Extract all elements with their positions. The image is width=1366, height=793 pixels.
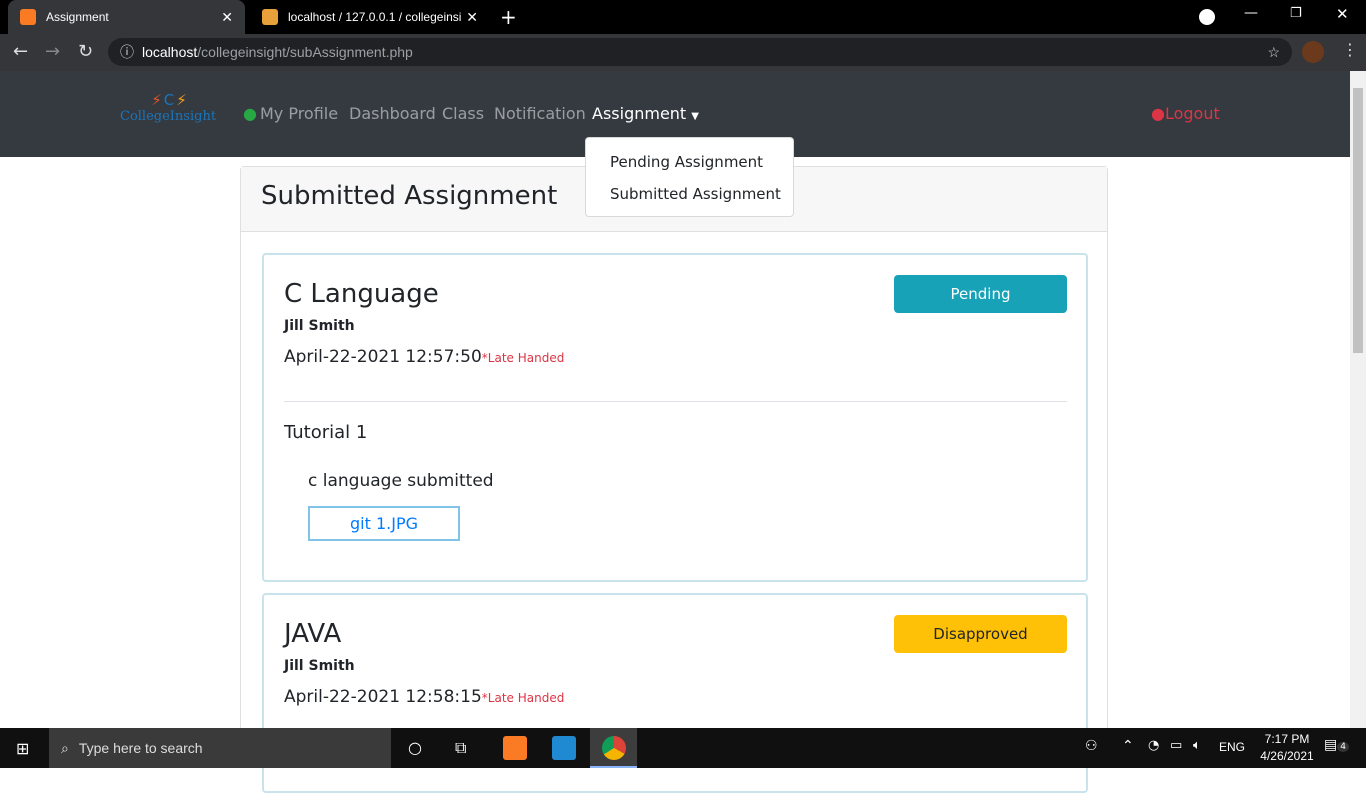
submission-datetime: April-22-2021 12:58:15*Late Handed bbox=[284, 687, 564, 707]
nav-label: Assignment bbox=[592, 104, 687, 123]
profile-avatar[interactable] bbox=[1302, 41, 1324, 63]
close-tab-icon[interactable]: ✕ bbox=[466, 9, 478, 26]
wifi-icon[interactable]: ◔ bbox=[1148, 738, 1159, 753]
restore-button[interactable]: ❐ bbox=[1290, 6, 1302, 21]
info-icon: ⓘ bbox=[120, 44, 134, 60]
nav-assignment-dropdown[interactable]: Assignment ▼ bbox=[592, 104, 699, 123]
dropdown-pending-assignment[interactable]: Pending Assignment bbox=[610, 153, 763, 171]
nav-class[interactable]: Class bbox=[442, 104, 484, 123]
subject-title: JAVA bbox=[284, 619, 342, 649]
time: 7:17 PM bbox=[1264, 732, 1310, 746]
vscode-taskbar-icon[interactable] bbox=[552, 736, 576, 760]
submission-card: C Language Jill Smith April-22-2021 12:5… bbox=[262, 253, 1088, 582]
url-path: /collegeinsight/subAssignment.php bbox=[197, 44, 413, 60]
new-tab-button[interactable]: + bbox=[500, 5, 517, 29]
brand-logo[interactable]: ⚡C⚡ CollegeInsight bbox=[120, 91, 220, 124]
status-button[interactable]: Disapproved bbox=[894, 615, 1067, 653]
tab-phpmyadmin[interactable]: localhost / 127.0.0.1 / collegeinsi ✕ bbox=[250, 0, 490, 34]
file-link-button[interactable]: git 1.JPG bbox=[308, 506, 460, 541]
user-icon: ● bbox=[243, 104, 257, 123]
date: 4/26/2021 bbox=[1260, 749, 1314, 763]
submitted-card: Submitted Assignment C Language Jill Smi… bbox=[240, 166, 1108, 793]
close-tab-icon[interactable]: ✕ bbox=[221, 9, 233, 26]
nav-label: My Profile bbox=[259, 104, 339, 123]
status-button[interactable]: Pending bbox=[894, 275, 1067, 313]
search-icon: ⌕ bbox=[61, 739, 69, 756]
forward-button[interactable]: → bbox=[45, 41, 60, 62]
tab-strip: Assignment ✕ localhost / 127.0.0.1 / coll… bbox=[0, 0, 1366, 34]
dropdown-submitted-assignment[interactable]: Submitted Assignment bbox=[610, 185, 781, 203]
logo-letter: C bbox=[163, 91, 177, 109]
xampp-taskbar-icon[interactable] bbox=[503, 736, 527, 760]
user-times-icon: ● bbox=[1151, 104, 1165, 123]
late-label: *Late Handed bbox=[481, 691, 565, 705]
nav-my-profile[interactable]: ● My Profile bbox=[243, 104, 338, 123]
assignment-dropdown-menu: Pending Assignment Submitted Assignment bbox=[585, 137, 794, 217]
cortana-icon[interactable]: ○ bbox=[408, 738, 422, 757]
url-host: localhost bbox=[142, 44, 198, 60]
windows-start-icon[interactable]: ⊞ bbox=[16, 739, 29, 758]
phpmyadmin-icon bbox=[262, 9, 278, 25]
minimize-button[interactable]: — bbox=[1244, 5, 1258, 21]
tab-search-icon[interactable] bbox=[1199, 9, 1215, 25]
caret-down-icon: ▼ bbox=[691, 111, 699, 122]
language-indicator[interactable]: ENG bbox=[1219, 740, 1245, 754]
tab-title: localhost / 127.0.0.1 / collegeinsi bbox=[288, 10, 462, 24]
battery-icon[interactable]: ▭ bbox=[1170, 738, 1182, 753]
student-name: Jill Smith bbox=[284, 658, 355, 674]
address-bar[interactable]: ⓘ localhost/collegeinsight/subAssignment.… bbox=[108, 38, 1292, 66]
student-name: Jill Smith bbox=[284, 318, 355, 334]
nav-dashboard[interactable]: Dashboard bbox=[349, 104, 436, 123]
scrollbar-thumb[interactable] bbox=[1353, 88, 1363, 353]
search-placeholder: Type here to search bbox=[78, 740, 203, 756]
submission-note: c language submitted bbox=[308, 471, 494, 491]
menu-icon[interactable]: ⋮ bbox=[1342, 40, 1358, 59]
bookmark-star-icon[interactable]: ☆ bbox=[1267, 44, 1280, 61]
page-title: Submitted Assignment bbox=[261, 181, 558, 211]
logout-link[interactable]: ●Logout bbox=[1151, 104, 1220, 123]
late-label: *Late Handed bbox=[481, 351, 565, 365]
divider bbox=[284, 401, 1067, 402]
tab-assignment[interactable]: Assignment ✕ bbox=[8, 0, 245, 34]
taskbar-search[interactable]: ⌕ Type here to search bbox=[49, 728, 391, 768]
volume-icon[interactable]: 🔈︎ bbox=[1193, 738, 1201, 753]
xampp-icon bbox=[20, 9, 36, 25]
tab-title: Assignment bbox=[46, 10, 109, 24]
assignment-name: Tutorial 1 bbox=[284, 422, 368, 443]
datetime: April-22-2021 12:58:15 bbox=[284, 687, 482, 707]
notifications-icon[interactable]: ▤ 4 bbox=[1324, 737, 1349, 753]
scrollbar[interactable] bbox=[1350, 71, 1366, 728]
subject-title: C Language bbox=[284, 279, 439, 309]
clock[interactable]: 7:17 PM 4/26/2021 bbox=[1256, 731, 1318, 765]
brand-name: CollegeInsight bbox=[120, 109, 217, 124]
back-button[interactable]: ← bbox=[13, 41, 28, 62]
notification-count: 4 bbox=[1337, 742, 1349, 752]
chevron-up-icon[interactable]: ⌃ bbox=[1122, 738, 1134, 754]
people-icon[interactable]: ⚇ bbox=[1085, 738, 1098, 754]
chrome-taskbar-icon[interactable] bbox=[590, 728, 637, 768]
logout-label: Logout bbox=[1164, 104, 1220, 123]
toolbar: ← → ↻ ⓘ localhost/collegeinsight/subAssig… bbox=[0, 34, 1366, 71]
nav-notification[interactable]: Notification bbox=[494, 104, 586, 123]
taskbar: ⊞ ⌕ Type here to search ○ ⧉ ⚇ ⌃ ◔ ▭ 🔈︎ EN… bbox=[0, 728, 1366, 768]
datetime: April-22-2021 12:57:50 bbox=[284, 347, 482, 367]
reload-button[interactable]: ↻ bbox=[78, 41, 93, 62]
task-view-icon[interactable]: ⧉ bbox=[455, 738, 466, 758]
close-window-button[interactable]: ✕ bbox=[1336, 5, 1349, 23]
submission-datetime: April-22-2021 12:57:50*Late Handed bbox=[284, 347, 564, 367]
